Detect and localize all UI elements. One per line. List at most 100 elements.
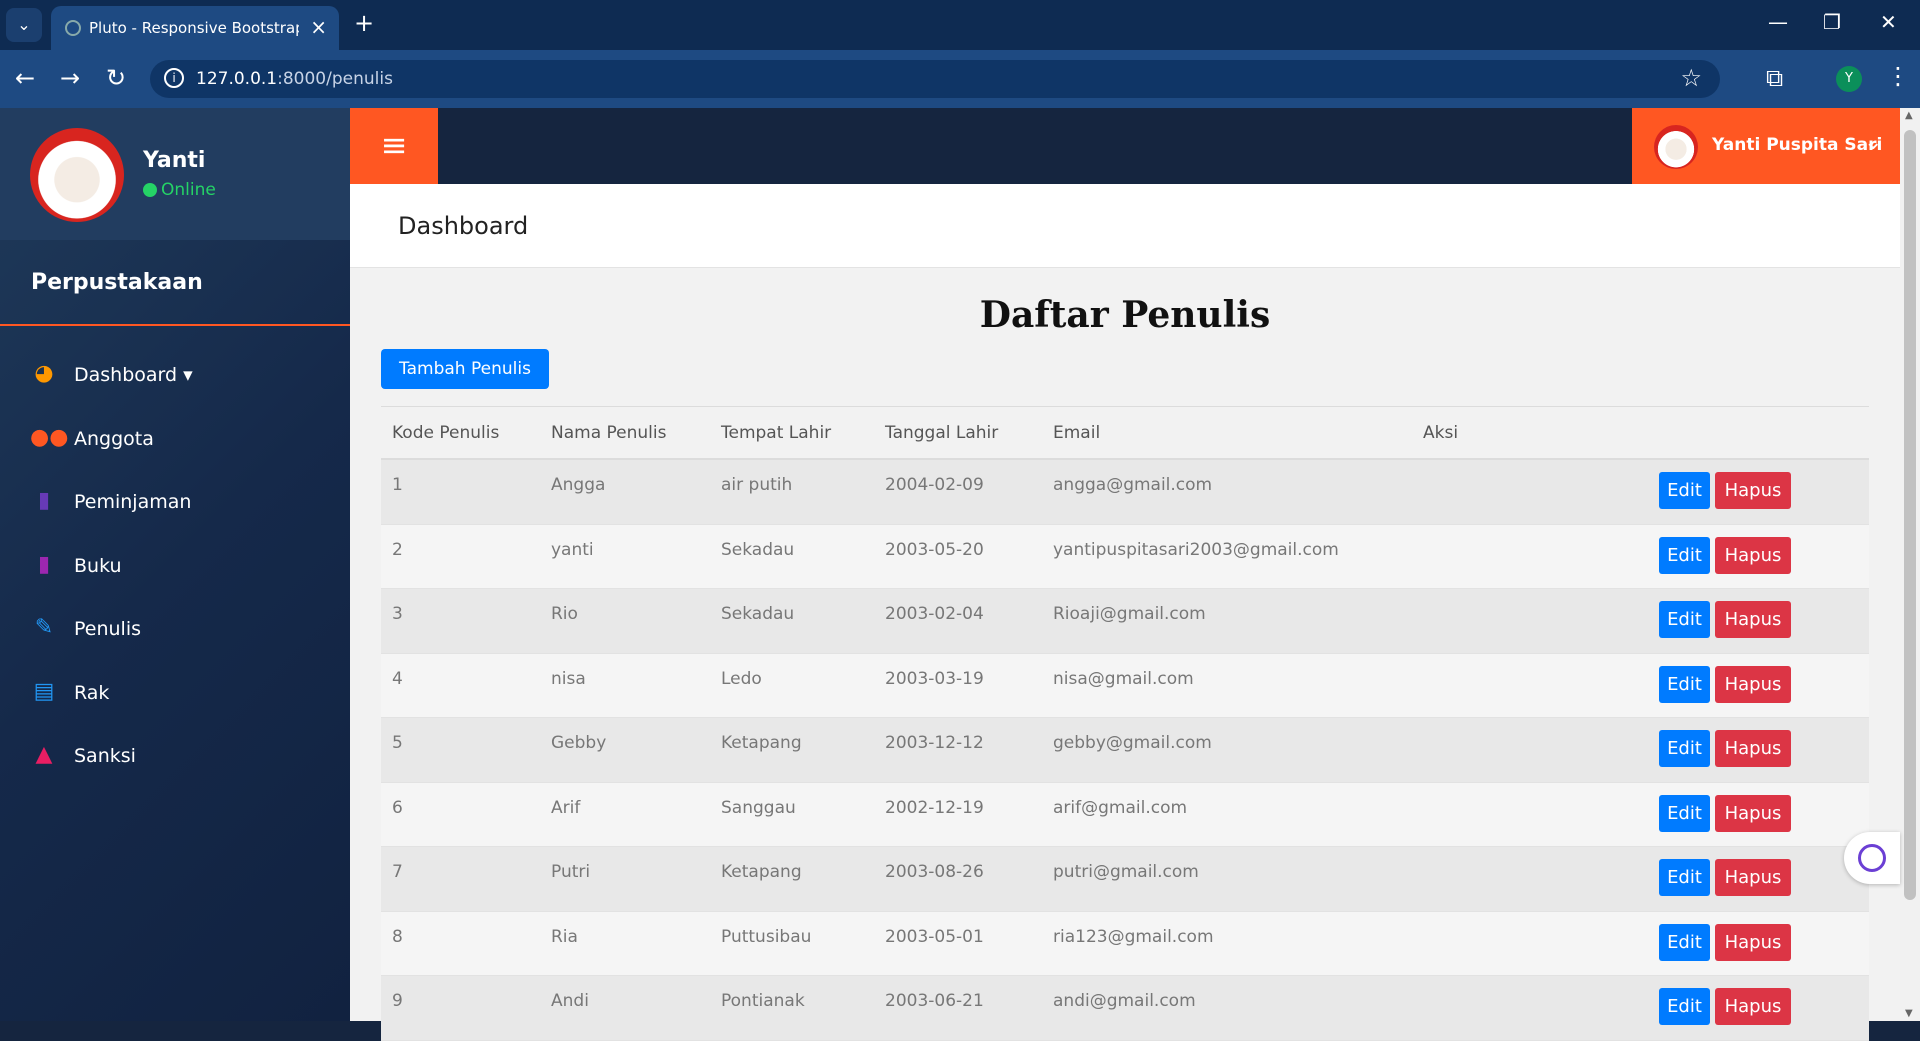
scrollbar-thumb[interactable] bbox=[1904, 130, 1916, 900]
cell-tanggal: 2003-03-19 bbox=[885, 668, 984, 689]
cell-email: arif@gmail.com bbox=[1053, 797, 1188, 818]
edit-button[interactable]: Edit bbox=[1659, 601, 1710, 638]
archive-icon: ▤ bbox=[33, 679, 55, 704]
cell-kode: 2 bbox=[392, 539, 403, 560]
delete-button[interactable]: Hapus bbox=[1715, 730, 1791, 767]
delete-button[interactable]: Hapus bbox=[1715, 665, 1791, 703]
cell-tanggal: 2003-06-21 bbox=[885, 991, 984, 1011]
users-icon: ●● bbox=[30, 425, 69, 450]
sidebar-item-rak[interactable]: ▤ Rak bbox=[0, 668, 350, 718]
assistant-float-button[interactable] bbox=[1844, 832, 1900, 884]
site-info-icon[interactable]: i bbox=[164, 68, 184, 88]
sidebar: Yanti Online Perpustakaan ◕ Dashboard ▾ … bbox=[0, 108, 350, 1021]
cell-kode: 1 bbox=[392, 475, 403, 495]
column-header: Kode Penulis bbox=[392, 423, 500, 443]
cell-nama: Andi bbox=[551, 991, 589, 1011]
url-input[interactable]: i 127.0.0.1:8000/penulis ☆ bbox=[150, 60, 1720, 98]
column-header: Tanggal Lahir bbox=[885, 423, 999, 443]
cell-tempat: Pontianak bbox=[721, 991, 805, 1011]
tab-search-button[interactable]: ⌄ bbox=[6, 8, 42, 42]
cell-tanggal: 2003-05-20 bbox=[885, 539, 984, 560]
edit-button[interactable]: Edit bbox=[1659, 988, 1710, 1025]
cell-nama: Ria bbox=[551, 926, 578, 947]
sidebar-item-sanksi[interactable]: ▲ Sanksi bbox=[0, 731, 350, 781]
cell-kode: 3 bbox=[392, 604, 403, 624]
cell-nama: Gebby bbox=[551, 733, 607, 753]
column-header: Email bbox=[1053, 423, 1101, 443]
cell-nama: Arif bbox=[551, 797, 581, 818]
cell-tempat: Sanggau bbox=[721, 797, 796, 818]
add-penulis-button[interactable]: Tambah Penulis bbox=[381, 349, 549, 389]
page-header-title: Dashboard bbox=[398, 212, 529, 240]
delete-button[interactable]: Hapus bbox=[1715, 923, 1791, 961]
cell-email: Rioaji@gmail.com bbox=[1053, 604, 1206, 624]
edit-button[interactable]: Edit bbox=[1659, 923, 1710, 961]
browser-menu-icon[interactable]: ⋮ bbox=[1886, 62, 1910, 90]
minimize-icon[interactable]: — bbox=[1768, 10, 1788, 34]
edit-button[interactable]: Edit bbox=[1659, 665, 1710, 703]
online-dot-icon bbox=[143, 183, 157, 197]
cell-tempat: Puttusibau bbox=[721, 926, 812, 947]
sidebar-item-buku[interactable]: ▮ Buku bbox=[0, 541, 350, 591]
forward-icon[interactable]: → bbox=[60, 64, 80, 92]
table-row: 1 Angga air putih 2004-02-09 angga@gmail.com… bbox=[381, 460, 1869, 525]
table-header: Kode Penulis Nama Penulis Tempat Lahir T… bbox=[381, 406, 1869, 460]
cell-nama: nisa bbox=[551, 668, 586, 689]
table-row: 7 Putri Ketapang 2003-08-26 putri@gmail.com E… bbox=[381, 847, 1869, 912]
pencil-icon: ✎ bbox=[34, 615, 54, 640]
new-tab-button[interactable]: + bbox=[354, 9, 374, 37]
dashboard-gauge-icon: ◕ bbox=[34, 361, 54, 386]
sidebar-brand: Perpustakaan bbox=[0, 240, 350, 326]
profile-avatar[interactable]: Y bbox=[1836, 66, 1862, 92]
topbar-user-name: Yanti Puspita Sari bbox=[1712, 135, 1883, 155]
scroll-down-icon[interactable]: ▼ bbox=[1905, 1008, 1913, 1019]
sidebar-item-dashboard[interactable]: ◕ Dashboard ▾ bbox=[0, 350, 350, 400]
back-icon[interactable]: ← bbox=[15, 64, 35, 92]
cell-email: yantipuspitasari2003@gmail.com bbox=[1053, 539, 1339, 560]
table-body: 1 Angga air putih 2004-02-09 angga@gmail.com… bbox=[381, 460, 1869, 1041]
column-header: Nama Penulis bbox=[551, 423, 667, 443]
table-row: 6 Arif Sanggau 2002-12-19 arif@gmail.com Edit… bbox=[381, 782, 1869, 847]
cell-tanggal: 2003-08-26 bbox=[885, 862, 984, 882]
sidebar-item-penulis[interactable]: ✎ Penulis bbox=[0, 604, 350, 654]
sidebar-item-peminjaman[interactable]: ▮ Peminjaman bbox=[0, 477, 350, 527]
delete-button[interactable]: Hapus bbox=[1715, 536, 1791, 574]
status-badge: Online bbox=[143, 180, 216, 200]
url-text: 127.0.0.1:8000/penulis bbox=[196, 69, 393, 89]
edit-button[interactable]: Edit bbox=[1659, 536, 1710, 574]
user-dropdown[interactable]: Yanti Puspita Sari ⌄ bbox=[1632, 108, 1900, 184]
cell-tempat: air putih bbox=[721, 475, 793, 495]
table-row: 5 Gebby Ketapang 2003-12-12 gebby@gmail.com E… bbox=[381, 718, 1869, 783]
cell-tempat: Ledo bbox=[721, 668, 762, 689]
close-window-icon[interactable]: ✕ bbox=[1880, 10, 1897, 34]
hamburger-menu-icon[interactable]: ≡ bbox=[350, 108, 438, 184]
cell-email: ria123@gmail.com bbox=[1053, 926, 1214, 947]
avatar bbox=[30, 128, 124, 222]
delete-button[interactable]: Hapus bbox=[1715, 601, 1791, 638]
delete-button[interactable]: Hapus bbox=[1715, 859, 1791, 896]
delete-button[interactable]: Hapus bbox=[1715, 472, 1791, 509]
sidebar-item-anggota[interactable]: ●● Anggota bbox=[0, 414, 350, 464]
restore-icon[interactable]: ❐ bbox=[1823, 10, 1841, 34]
cell-tanggal: 2003-05-01 bbox=[885, 926, 984, 947]
main-content: Dashboard Daftar Penulis Tambah Penulis … bbox=[350, 184, 1900, 1041]
extensions-icon[interactable]: ⧉ bbox=[1766, 64, 1783, 92]
edit-button[interactable]: Edit bbox=[1659, 794, 1710, 832]
bookmark-star-icon[interactable]: ☆ bbox=[1680, 64, 1702, 92]
scroll-up-icon[interactable]: ▲ bbox=[1905, 110, 1913, 121]
delete-button[interactable]: Hapus bbox=[1715, 988, 1791, 1025]
book-icon: ▮ bbox=[37, 488, 51, 513]
page-scrollbar[interactable]: ▲ ▼ bbox=[1900, 108, 1920, 1021]
close-tab-icon[interactable]: × bbox=[310, 15, 327, 39]
browser-tab[interactable]: Pluto - Responsive Bootstrap Admin × bbox=[51, 6, 339, 50]
cell-kode: 5 bbox=[392, 733, 403, 753]
column-header: Aksi bbox=[1423, 423, 1459, 443]
column-header: Tempat Lahir bbox=[721, 423, 832, 443]
cell-tanggal: 2004-02-09 bbox=[885, 475, 984, 495]
edit-button[interactable]: Edit bbox=[1659, 859, 1710, 896]
edit-button[interactable]: Edit bbox=[1659, 472, 1710, 509]
reload-icon[interactable]: ↻ bbox=[106, 64, 126, 92]
delete-button[interactable]: Hapus bbox=[1715, 794, 1791, 832]
edit-button[interactable]: Edit bbox=[1659, 730, 1710, 767]
avatar bbox=[1654, 125, 1698, 169]
